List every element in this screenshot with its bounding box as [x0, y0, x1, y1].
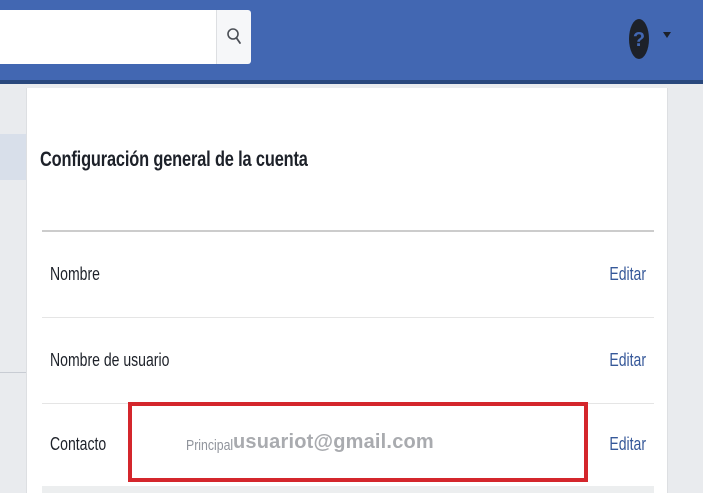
sidebar-divider: [0, 372, 26, 373]
edit-name-link[interactable]: Editar: [609, 264, 646, 285]
search-input[interactable]: [0, 10, 216, 64]
row-label: Nombre de usuario: [50, 350, 170, 370]
page-title: Configuración general de la cuenta: [40, 148, 308, 171]
account-menu-button[interactable]: [660, 28, 674, 42]
highlight-annotation: [128, 402, 588, 482]
search-icon: [227, 28, 241, 44]
help-button[interactable]: ?: [628, 17, 650, 61]
settings-row-name: Nombre Editar: [42, 232, 654, 318]
caret-down-icon: [663, 32, 671, 38]
row-label: Contacto: [50, 434, 107, 454]
edit-username-link[interactable]: Editar: [609, 350, 646, 371]
edit-contact-link[interactable]: Editar: [609, 434, 646, 455]
search-button[interactable]: [216, 10, 251, 64]
settings-row-username: Nombre de usuario Editar: [42, 318, 654, 404]
row-label: Nombre: [50, 264, 100, 284]
next-row-edge: [42, 486, 654, 493]
svg-text:?: ?: [633, 29, 645, 51]
help-icon: ?: [629, 19, 649, 59]
top-navigation-bar: ?: [0, 0, 703, 84]
sidebar-item-selected[interactable]: [0, 134, 26, 180]
